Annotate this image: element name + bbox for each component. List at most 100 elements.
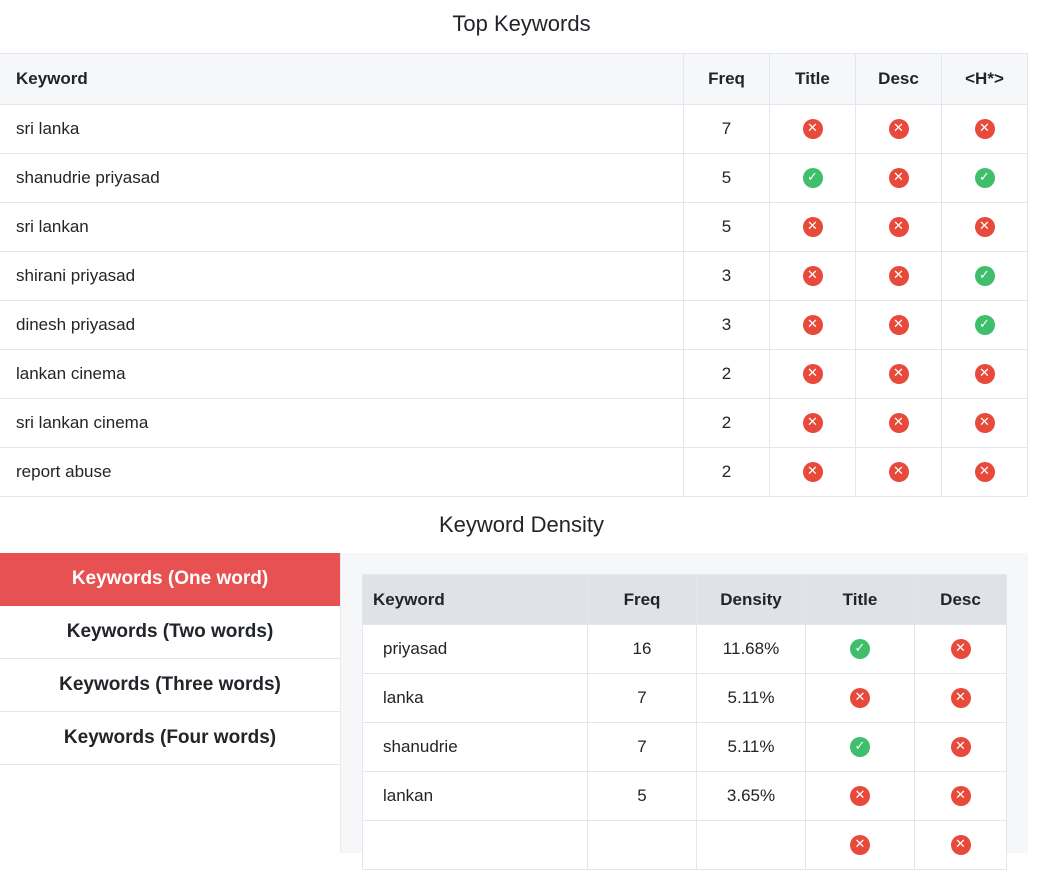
- x-circle-icon: ✕: [974, 413, 995, 434]
- x-circle-icon: ✕: [850, 835, 870, 856]
- freq-cell: 7: [587, 673, 697, 723]
- density-tabs: Keywords (One word) Keywords (Two words) K…: [0, 553, 340, 853]
- x-circle-icon: ✕: [950, 639, 971, 660]
- freq-cell: 3: [683, 251, 770, 301]
- keyword-cell: lanka: [362, 673, 588, 723]
- keyword-cell: shirani priyasad: [0, 251, 684, 301]
- x-circle-icon: ✕: [888, 168, 909, 189]
- keyword-cell: lankan: [362, 771, 588, 821]
- status-cell: ✓: [805, 722, 915, 772]
- keyword-cell: shanudrie: [362, 722, 588, 772]
- table-header-row: Keyword Freq Density Title Desc: [362, 574, 1007, 625]
- x-circle-icon: ✕: [974, 119, 995, 140]
- keyword-cell: report abuse: [0, 447, 684, 497]
- header-keyword: Keyword: [362, 574, 588, 625]
- header-density: Density: [696, 574, 806, 625]
- status-cell: ✕: [769, 398, 856, 448]
- status-cell: ✕: [855, 104, 942, 154]
- table-row: sri lankan 5 ✕ ✕ ✕: [0, 202, 1028, 252]
- x-circle-icon: ✕: [888, 315, 909, 336]
- tab-keywords-2[interactable]: Keywords (Two words): [0, 606, 340, 659]
- x-circle-icon: ✕: [974, 462, 995, 483]
- density-cell: 3.65%: [696, 771, 806, 821]
- status-cell: ✕: [805, 820, 915, 870]
- density-cell: [696, 820, 806, 870]
- check-circle-icon: ✓: [974, 315, 995, 336]
- status-cell: ✕: [914, 673, 1007, 723]
- x-circle-icon: ✕: [850, 688, 870, 709]
- check-circle-icon: ✓: [850, 639, 870, 660]
- header-title: Title: [805, 574, 915, 625]
- status-cell: ✓: [941, 153, 1028, 203]
- status-cell: ✕: [769, 349, 856, 399]
- table-row: sri lankan cinema 2 ✕ ✕ ✕: [0, 398, 1028, 448]
- status-cell: ✕: [805, 673, 915, 723]
- check-circle-icon: ✓: [802, 168, 823, 189]
- density-cell: 5.11%: [696, 722, 806, 772]
- check-circle-icon: ✓: [850, 737, 870, 758]
- density-panel: Keyword Freq Density Title Desc priyasad…: [340, 553, 1028, 870]
- x-circle-icon: ✕: [802, 364, 823, 385]
- status-cell: ✓: [941, 300, 1028, 350]
- status-cell: ✕: [941, 349, 1028, 399]
- keyword-density-section: Keywords (One word) Keywords (Two words) K…: [0, 553, 1043, 870]
- keyword-cell: sri lankan: [0, 202, 684, 252]
- freq-cell: 7: [683, 104, 770, 154]
- x-circle-icon: ✕: [888, 217, 909, 238]
- status-cell: ✕: [769, 447, 856, 497]
- freq-cell: 16: [587, 624, 697, 674]
- freq-cell: 5: [683, 202, 770, 252]
- table-row: priyasad 16 11.68% ✓ ✕: [362, 624, 1007, 674]
- status-cell: ✓: [769, 153, 856, 203]
- status-cell: ✕: [855, 300, 942, 350]
- status-cell: ✕: [769, 202, 856, 252]
- keyword-cell: lankan cinema: [0, 349, 684, 399]
- status-cell: ✕: [941, 202, 1028, 252]
- x-circle-icon: ✕: [850, 786, 870, 807]
- top-keywords-table: Keyword Freq Title Desc <H*> sri lanka 7 ✕…: [0, 53, 1028, 497]
- check-circle-icon: ✓: [974, 266, 995, 287]
- x-circle-icon: ✕: [950, 786, 971, 807]
- freq-cell: 2: [683, 398, 770, 448]
- freq-cell: 7: [587, 722, 697, 772]
- status-cell: ✕: [855, 447, 942, 497]
- table-row: lankan 5 3.65% ✕ ✕: [362, 771, 1007, 821]
- status-cell: ✕: [914, 624, 1007, 674]
- freq-cell: 3: [683, 300, 770, 350]
- status-cell: ✕: [914, 722, 1007, 772]
- freq-cell: 5: [683, 153, 770, 203]
- x-circle-icon: ✕: [802, 315, 823, 336]
- tab-keywords-1[interactable]: Keywords (One word): [0, 553, 340, 606]
- keyword-cell: [362, 820, 588, 870]
- freq-cell: 2: [683, 447, 770, 497]
- status-cell: ✕: [805, 771, 915, 821]
- table-row: dinesh priyasad 3 ✕ ✕ ✓: [0, 300, 1028, 350]
- x-circle-icon: ✕: [888, 266, 909, 287]
- keyword-cell: priyasad: [362, 624, 588, 674]
- keyword-density-title: Keyword Density: [438, 512, 605, 537]
- table-row: lanka 7 5.11% ✕ ✕: [362, 673, 1007, 723]
- freq-cell: 5: [587, 771, 697, 821]
- x-circle-icon: ✕: [950, 688, 971, 709]
- x-circle-icon: ✕: [802, 266, 823, 287]
- keyword-cell: sri lanka: [0, 104, 684, 154]
- table-row: shanudrie 7 5.11% ✓ ✕: [362, 722, 1007, 772]
- status-cell: ✕: [914, 771, 1007, 821]
- table-row: lankan cinema 2 ✕ ✕ ✕: [0, 349, 1028, 399]
- x-circle-icon: ✕: [888, 119, 909, 140]
- top-keywords-title: Top Keywords: [452, 11, 591, 36]
- tab-keywords-3[interactable]: Keywords (Three words): [0, 659, 340, 712]
- x-circle-icon: ✕: [974, 364, 995, 385]
- header-h: <H*>: [941, 53, 1028, 105]
- tab-keywords-4[interactable]: Keywords (Four words): [0, 712, 340, 765]
- x-circle-icon: ✕: [950, 835, 971, 856]
- status-cell: ✕: [855, 251, 942, 301]
- check-circle-icon: ✓: [974, 168, 995, 189]
- keyword-cell: shanudrie priyasad: [0, 153, 684, 203]
- table-row: ✕ ✕: [362, 820, 1007, 870]
- status-cell: ✓: [941, 251, 1028, 301]
- x-circle-icon: ✕: [802, 462, 823, 483]
- status-cell: ✕: [855, 349, 942, 399]
- x-circle-icon: ✕: [802, 413, 823, 434]
- density-cell: 11.68%: [696, 624, 806, 674]
